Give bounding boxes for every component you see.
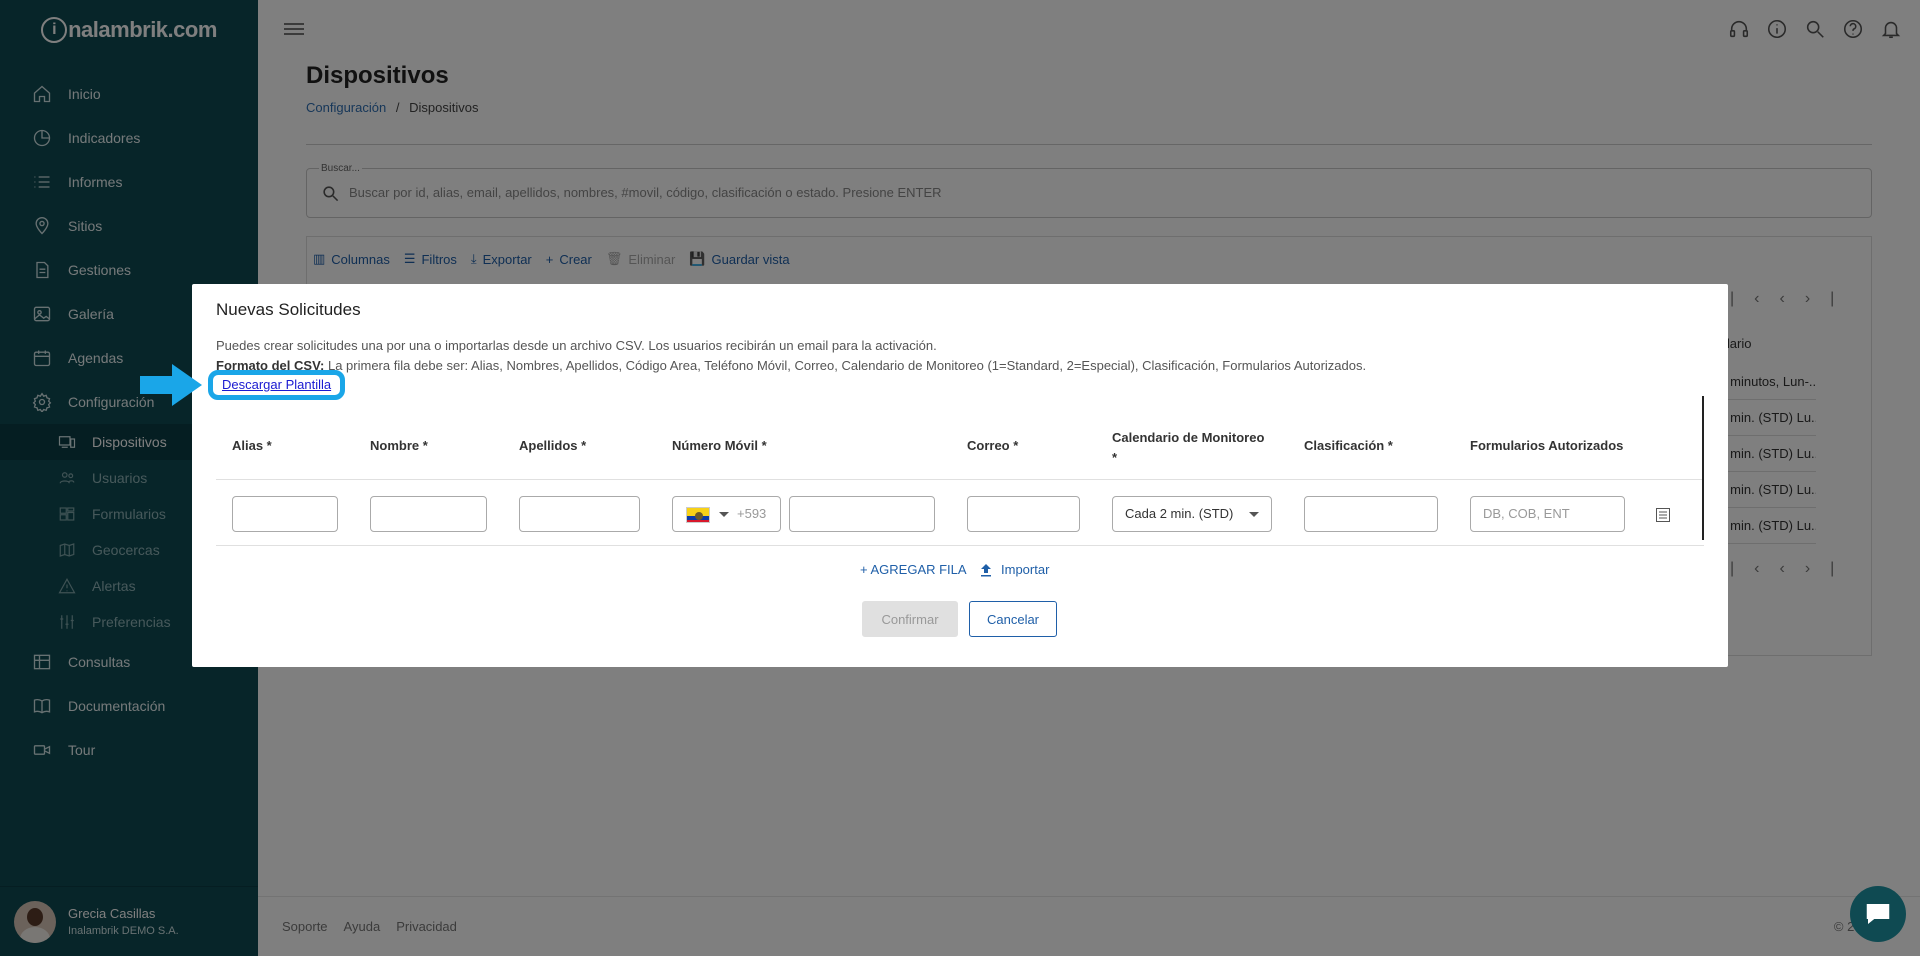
nombre-input[interactable] (370, 496, 487, 532)
header-formularios: Formularios Autorizados (1470, 438, 1624, 453)
alias-input[interactable] (232, 496, 338, 532)
header-nombre: Nombre * (370, 438, 428, 453)
header-calendario-required: * (1112, 450, 1118, 465)
calendar-select-value: Cada 2 min. (STD) (1125, 506, 1234, 521)
ecuador-flag-icon (686, 507, 710, 523)
table-header: Alias * Nombre * Apellidos * Número Móvi… (216, 408, 1704, 480)
country-code-select[interactable]: +593 (672, 496, 781, 532)
header-calendario-label: Calendario de Monitoreo (1112, 430, 1265, 445)
download-template-link[interactable]: Descargar Plantilla (208, 370, 346, 400)
header-correo: Correo * (967, 438, 1019, 453)
chevron-down-icon (1249, 512, 1259, 517)
header-calendario: Calendario de Monitoreo * (1112, 428, 1264, 468)
chevron-down-icon (719, 512, 729, 517)
cancel-button[interactable]: Cancelar (969, 601, 1057, 637)
import-button[interactable]: Importar (979, 562, 1049, 577)
apellidos-input[interactable] (519, 496, 640, 532)
header-apellidos: Apellidos * (519, 438, 587, 453)
new-requests-dialog: Nuevas Solicitudes Puedes crear solicitu… (140, 284, 1728, 667)
phone-input[interactable] (789, 496, 935, 532)
header-clasificacion: Clasificación * (1304, 438, 1393, 453)
calendar-select[interactable]: Cada 2 min. (STD) (1112, 496, 1272, 532)
forms-input[interactable]: DB, COB, ENT (1470, 496, 1625, 532)
header-numero-movil: Número Móvil * (672, 438, 767, 453)
csv-format-text: Formato del CSV: La primera fila debe se… (216, 358, 1366, 373)
chat-button[interactable] (1850, 886, 1906, 942)
csv-format-detail: La primera fila debe ser: Alias, Nombres… (324, 358, 1367, 373)
upload-icon (981, 563, 991, 576)
dialog-title: Nuevas Solicitudes (216, 300, 361, 319)
table-row: +593 Cada 2 min. (STD) DB, COB, ENT (216, 480, 1704, 546)
clasificacion-input[interactable] (1304, 496, 1438, 532)
import-label: Importar (1001, 562, 1050, 577)
chat-bubble-icon (1866, 904, 1890, 924)
confirm-button[interactable]: Confirmar (862, 601, 958, 637)
arrow-right-icon (140, 364, 202, 406)
dialog-description: Puedes crear solicitudes una por una o i… (216, 338, 937, 353)
dial-code: +593 (737, 506, 767, 521)
correo-input[interactable] (967, 496, 1080, 532)
header-alias: Alias * (232, 438, 272, 453)
list-select-icon[interactable] (1656, 508, 1670, 522)
add-row-button[interactable]: + AGREGAR FILA (860, 562, 967, 577)
